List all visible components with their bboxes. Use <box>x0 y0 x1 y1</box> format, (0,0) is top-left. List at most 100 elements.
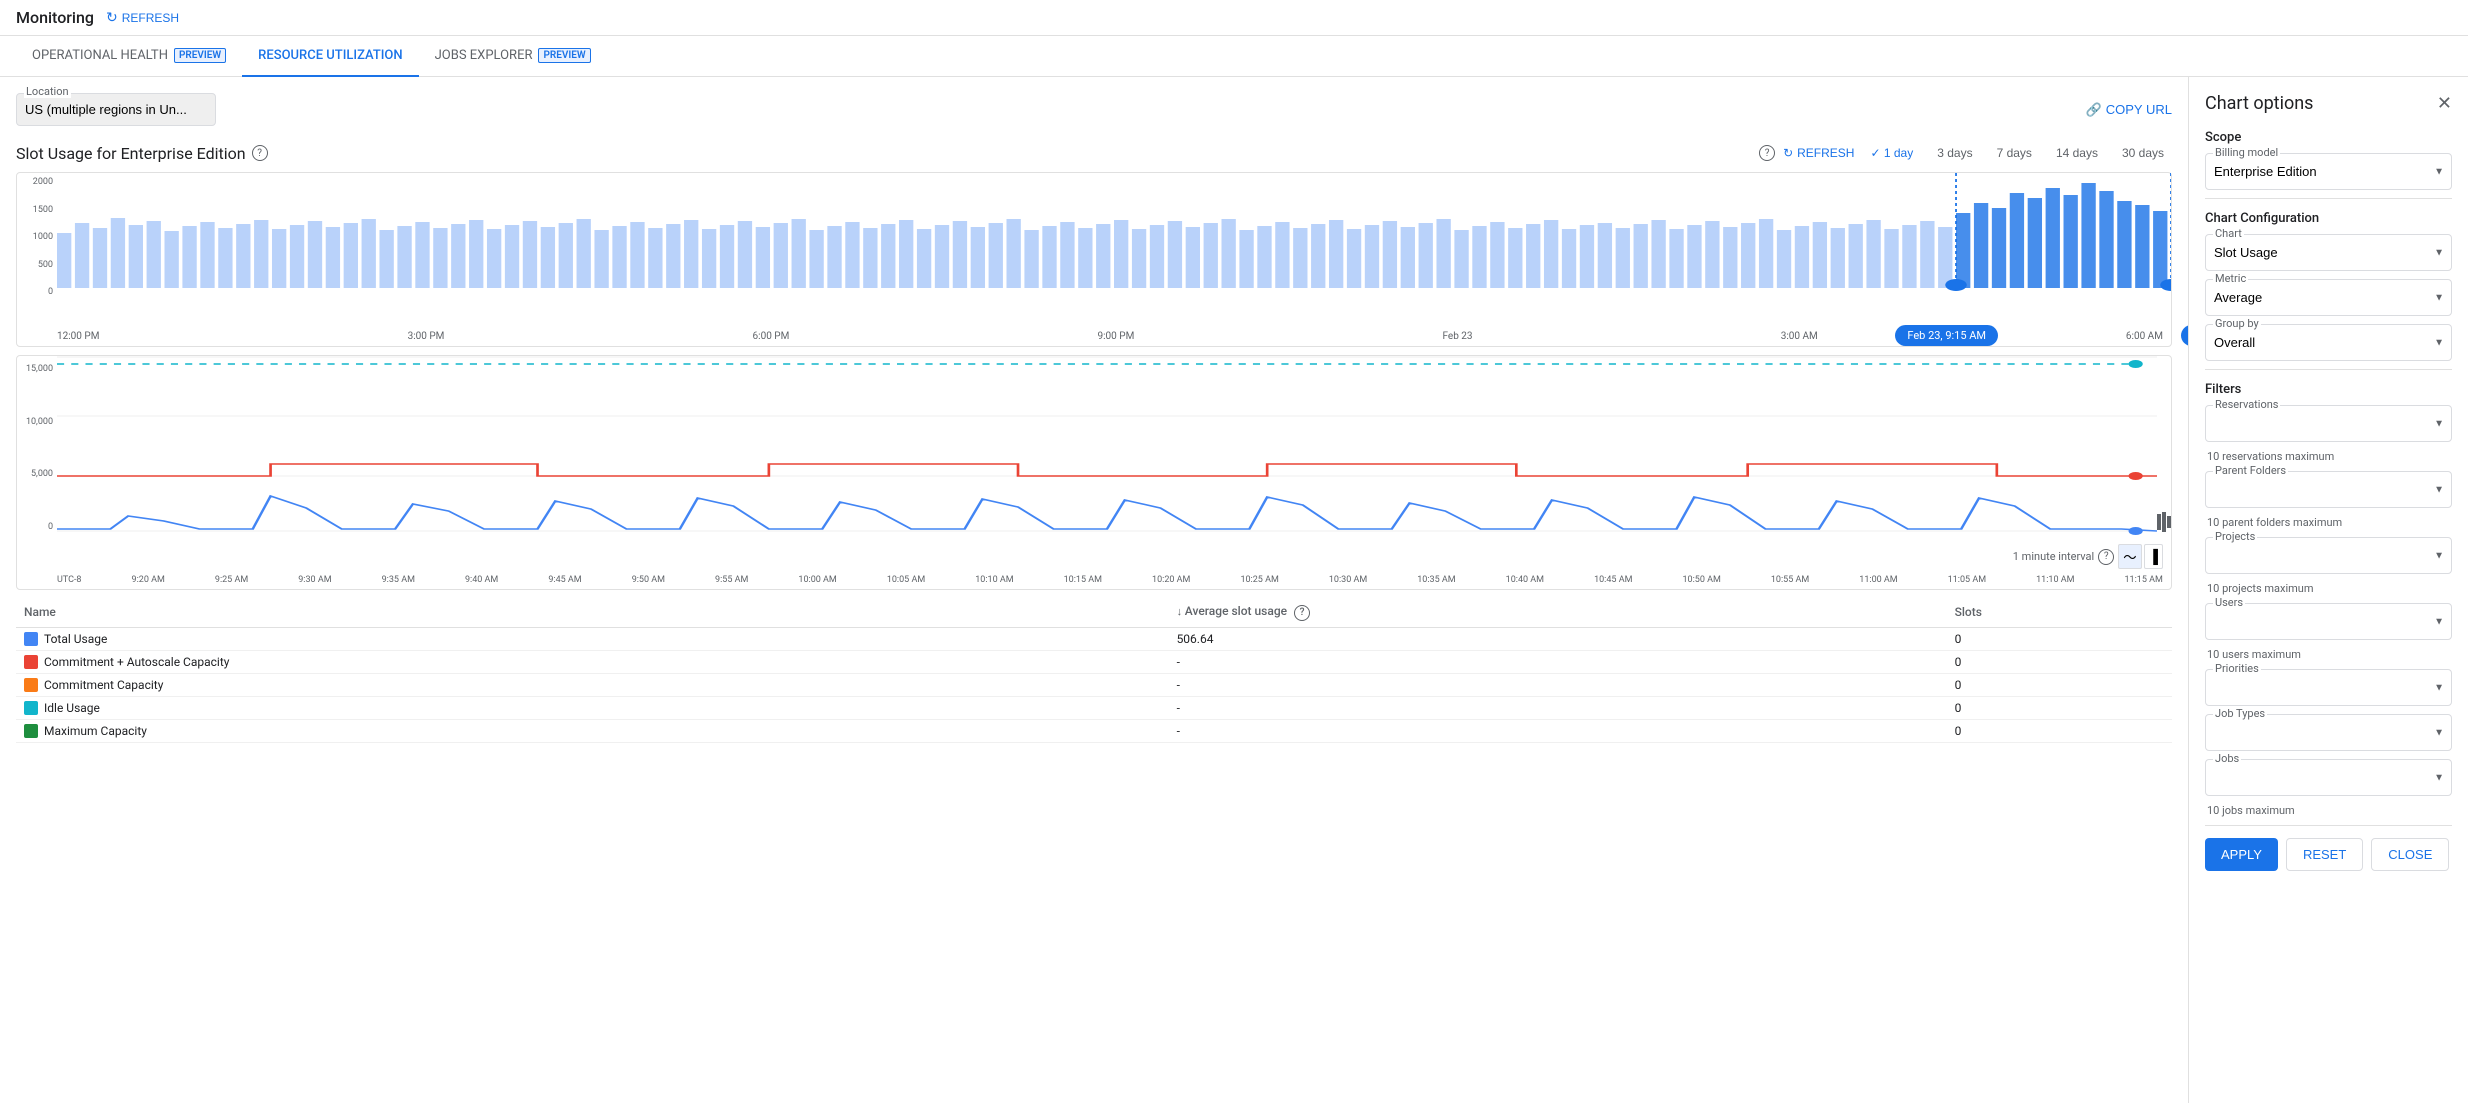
legend-row: Maximum Capacity - 0 <box>16 720 2172 743</box>
scope-label: Scope <box>2205 130 2452 145</box>
time-btn-7days[interactable]: 7 days <box>1989 142 2040 164</box>
chart-section: Slot Usage for Enterprise Edition ? ? ↻ … <box>16 142 2172 743</box>
legend-table: Name ↓ Average slot usage ? Slots <box>16 598 2172 743</box>
close-x-button[interactable]: ✕ <box>2437 93 2452 114</box>
bottom-time-labels: UTC-89:20 AM9:25 AM9:30 AM 9:35 AM9:40 A… <box>17 573 2171 589</box>
apply-button[interactable]: APPLY <box>2205 838 2278 871</box>
tab-operational-health[interactable]: OPERATIONAL HEALTH PREVIEW <box>16 36 242 77</box>
filter-job-types: Job Types ▼ <box>2205 714 2452 751</box>
billing-model-field: Billing model Enterprise Edition ▼ <box>2205 153 2452 190</box>
tab-jobs-explorer[interactable]: JOBS EXPLORER PREVIEW <box>419 36 607 77</box>
content-area: Location US (multiple regions in Un... 🔗… <box>0 77 2188 1103</box>
filter-hint-users: 10 users maximum <box>2205 648 2452 661</box>
side-panel: Chart options ✕ Scope Billing model Ente… <box>2188 77 2468 1103</box>
legend-name: Commitment + Autoscale Capacity <box>44 655 229 669</box>
legend-color <box>24 678 38 692</box>
group-by-field: Group by Overall ▼ <box>2205 324 2452 361</box>
legend-avg: - <box>1169 720 1947 743</box>
filter-select-jobs[interactable] <box>2205 759 2452 796</box>
filter-label-projects: Projects <box>2213 530 2257 543</box>
legend-slots: 0 <box>1947 720 2172 743</box>
filter-label-job-types: Job Types <box>2213 707 2267 720</box>
time-btn-3days[interactable]: 3 days <box>1929 142 1980 164</box>
sort-icon: ↓ <box>1177 605 1185 618</box>
line-chart-svg <box>57 356 2157 536</box>
filter-parent-folders: Parent Folders ▼ <box>2205 471 2452 508</box>
filter-projects: Projects ▼ <box>2205 537 2452 574</box>
close-button[interactable]: CLOSE <box>2371 838 2449 871</box>
preview-badge-jobs: PREVIEW <box>538 48 590 63</box>
chart-label: Chart <box>2213 227 2244 240</box>
copy-url-button[interactable]: 🔗 COPY URL <box>2086 102 2172 118</box>
legend-col-name: Name <box>16 598 1169 627</box>
line-chart-btn[interactable]: 〜 <box>2118 544 2141 569</box>
filter-label-priorities: Priorities <box>2213 662 2261 675</box>
avg-help-icon[interactable]: ? <box>1294 605 1310 621</box>
time-btn-1day[interactable]: ✓ 1 day <box>1862 142 1921 164</box>
legend-avg: - <box>1169 674 1947 697</box>
reset-button[interactable]: RESET <box>2286 838 2363 871</box>
legend-color <box>24 724 38 738</box>
help-icon-title[interactable]: ? <box>252 145 268 161</box>
legend-row: Commitment + Autoscale Capacity - 0 <box>16 651 2172 674</box>
legend-row: Commitment Capacity - 0 <box>16 674 2172 697</box>
preview-badge-operational: PREVIEW <box>174 48 226 63</box>
top-bar-chart: 2000150010005000 <box>16 172 2172 347</box>
tab-bar: OPERATIONAL HEALTH PREVIEW RESOURCE UTIL… <box>0 36 2468 77</box>
line-chart-container: 15,00010,0005,0000 <box>16 355 2172 590</box>
filter-hint-jobs: 10 jobs maximum <box>2205 804 2452 817</box>
filter-reservations: Reservations ▼ <box>2205 405 2452 442</box>
main-layout: Location US (multiple regions in Un... 🔗… <box>0 77 2468 1103</box>
legend-slots: 0 <box>1947 651 2172 674</box>
legend-slots: 0 <box>1947 697 2172 720</box>
panel-footer: APPLY RESET CLOSE <box>2205 825 2452 871</box>
time-btn-30days[interactable]: 30 days <box>2114 142 2172 164</box>
legend-name: Maximum Capacity <box>44 724 147 738</box>
legend-name: Idle Usage <box>44 701 100 715</box>
tab-resource-utilization[interactable]: RESOURCE UTILIZATION <box>242 36 418 77</box>
link-icon: 🔗 <box>2086 102 2102 118</box>
chart-title: Slot Usage for Enterprise Edition <box>16 144 246 163</box>
chart-refresh-icon: ↻ <box>1783 146 1793 160</box>
refresh-button[interactable]: ↻ REFRESH <box>106 9 179 26</box>
bar-chart-svg <box>57 173 2171 293</box>
legend-color <box>24 655 38 669</box>
chart-interval-row: 1 minute interval ? 〜 ▐ <box>17 540 2171 573</box>
legend-avg: - <box>1169 651 1947 674</box>
interval-help-icon[interactable]: ? <box>2098 549 2114 565</box>
refresh-icon: ↻ <box>106 9 118 26</box>
bar-chart-btn[interactable]: ▐ <box>2144 544 2163 569</box>
filter-jobs: Jobs ▼ <box>2205 759 2452 796</box>
chart-type-buttons: 〜 ▐ <box>2118 544 2163 569</box>
legend-avg: - <box>1169 697 1947 720</box>
divider2 <box>2205 369 2452 370</box>
billing-model-label: Billing model <box>2213 146 2280 159</box>
legend-color <box>24 701 38 715</box>
side-panel-title: Chart options ✕ <box>2205 93 2452 114</box>
legend-col-avg[interactable]: ↓ Average slot usage ? <box>1169 598 1947 627</box>
divider1 <box>2205 198 2452 199</box>
legend-slots: 0 <box>1947 627 2172 651</box>
metric-field: Metric Average ▼ <box>2205 279 2452 316</box>
chart-field: Chart Slot Usage ▼ <box>2205 234 2452 271</box>
filters-label: Filters <box>2205 382 2452 397</box>
legend-name: Commitment Capacity <box>44 678 163 692</box>
location-row: Location US (multiple regions in Un... 🔗… <box>16 93 2172 126</box>
location-select[interactable]: Location US (multiple regions in Un... <box>16 93 216 126</box>
filter-label-reservations: Reservations <box>2213 398 2280 411</box>
stacked-bars-icon[interactable] <box>2157 512 2171 536</box>
filter-priorities: Priorities ▼ <box>2205 669 2452 706</box>
filter-hint-parent-folders: 10 parent folders maximum <box>2205 516 2452 529</box>
chart-refresh-button[interactable]: ↻ REFRESH <box>1783 146 1854 160</box>
filter-label-parent-folders: Parent Folders <box>2213 464 2288 477</box>
help-icon-controls[interactable]: ? <box>1759 145 1775 161</box>
time-btn-14days[interactable]: 14 days <box>2048 142 2106 164</box>
chart-header: Slot Usage for Enterprise Edition ? ? ↻ … <box>16 142 2172 164</box>
legend-row: Total Usage 506.64 0 <box>16 627 2172 651</box>
legend-color <box>24 632 38 646</box>
filter-users: Users ▼ <box>2205 603 2452 640</box>
top-chart-time-labels: 12:00 PM 3:00 PM 6:00 PM 9:00 PM Feb 23 … <box>17 329 2171 346</box>
filters-container: Reservations ▼ 10 reservations maximum P… <box>2205 405 2452 817</box>
legend-name: Total Usage <box>44 632 107 646</box>
chart-controls: ? ↻ REFRESH ✓ 1 day 3 days 7 days 14 day… <box>1759 142 2172 164</box>
